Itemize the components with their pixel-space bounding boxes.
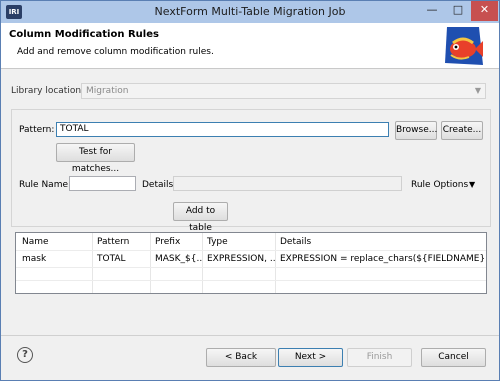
details-label: Details:: [142, 180, 177, 190]
minimize-button[interactable]: —: [419, 1, 445, 21]
details-input[interactable]: [173, 176, 402, 191]
page-title: Column Modification Rules: [9, 29, 159, 40]
pattern-input[interactable]: TOTAL: [56, 122, 389, 137]
cancel-button[interactable]: Cancel: [421, 348, 486, 367]
column-header-name[interactable]: Name: [18, 234, 92, 250]
rule-name-input[interactable]: [69, 176, 136, 191]
table-cell-type[interactable]: EXPRESSION, ...: [203, 251, 275, 267]
wizard-header: Column Modification Rules Add and remove…: [1, 23, 499, 69]
table-cell-prefix[interactable]: MASK_${...: [151, 251, 202, 267]
rule-editor-group: Pattern: TOTAL Browse... Create... Test …: [11, 109, 491, 233]
close-button[interactable]: ✕: [471, 1, 498, 21]
rule-name-label: Rule Name:: [19, 180, 72, 190]
rule-options-dropdown-icon[interactable]: ▼: [469, 180, 475, 189]
library-location-label: Library location:: [11, 86, 85, 96]
column-header-details[interactable]: Details: [276, 234, 484, 250]
help-icon[interactable]: ?: [17, 347, 33, 363]
browse-button[interactable]: Browse...: [395, 121, 437, 140]
fish-logo-icon: [445, 27, 483, 65]
table-cell-pattern[interactable]: TOTAL: [93, 251, 150, 267]
library-location-value: Migration: [86, 86, 129, 96]
column-header-type[interactable]: Type: [203, 234, 275, 250]
finish-button[interactable]: Finish: [347, 348, 412, 367]
create-button[interactable]: Create...: [441, 121, 483, 140]
column-header-prefix[interactable]: Prefix: [151, 234, 202, 250]
add-to-table-button[interactable]: Add to table: [173, 202, 228, 233]
rules-table[interactable]: Name Pattern Prefix Type Details mask TO…: [15, 232, 487, 294]
page-subtitle: Add and remove column modification rules…: [17, 47, 214, 57]
maximize-button[interactable]: □: [445, 1, 471, 21]
pattern-label: Pattern:: [19, 125, 55, 135]
table-cell-name[interactable]: mask: [18, 251, 92, 267]
wizard-window: IRI NextForm Multi-Table Migration Job —…: [0, 0, 500, 381]
footer-divider: [1, 335, 499, 336]
chevron-down-icon: ▼: [474, 86, 481, 95]
library-location-select[interactable]: Migration ▼: [81, 83, 486, 99]
test-for-matches-button[interactable]: Test for matches...: [56, 143, 135, 174]
next-button[interactable]: Next >: [278, 348, 343, 367]
back-button[interactable]: < Back: [206, 348, 276, 367]
column-header-pattern[interactable]: Pattern: [93, 234, 150, 250]
title-bar[interactable]: IRI NextForm Multi-Table Migration Job —…: [1, 1, 499, 23]
table-cell-details[interactable]: EXPRESSION = replace_chars(${FIELDNAME})…: [276, 251, 484, 267]
rule-options-menu[interactable]: Rule Options: [411, 180, 468, 190]
